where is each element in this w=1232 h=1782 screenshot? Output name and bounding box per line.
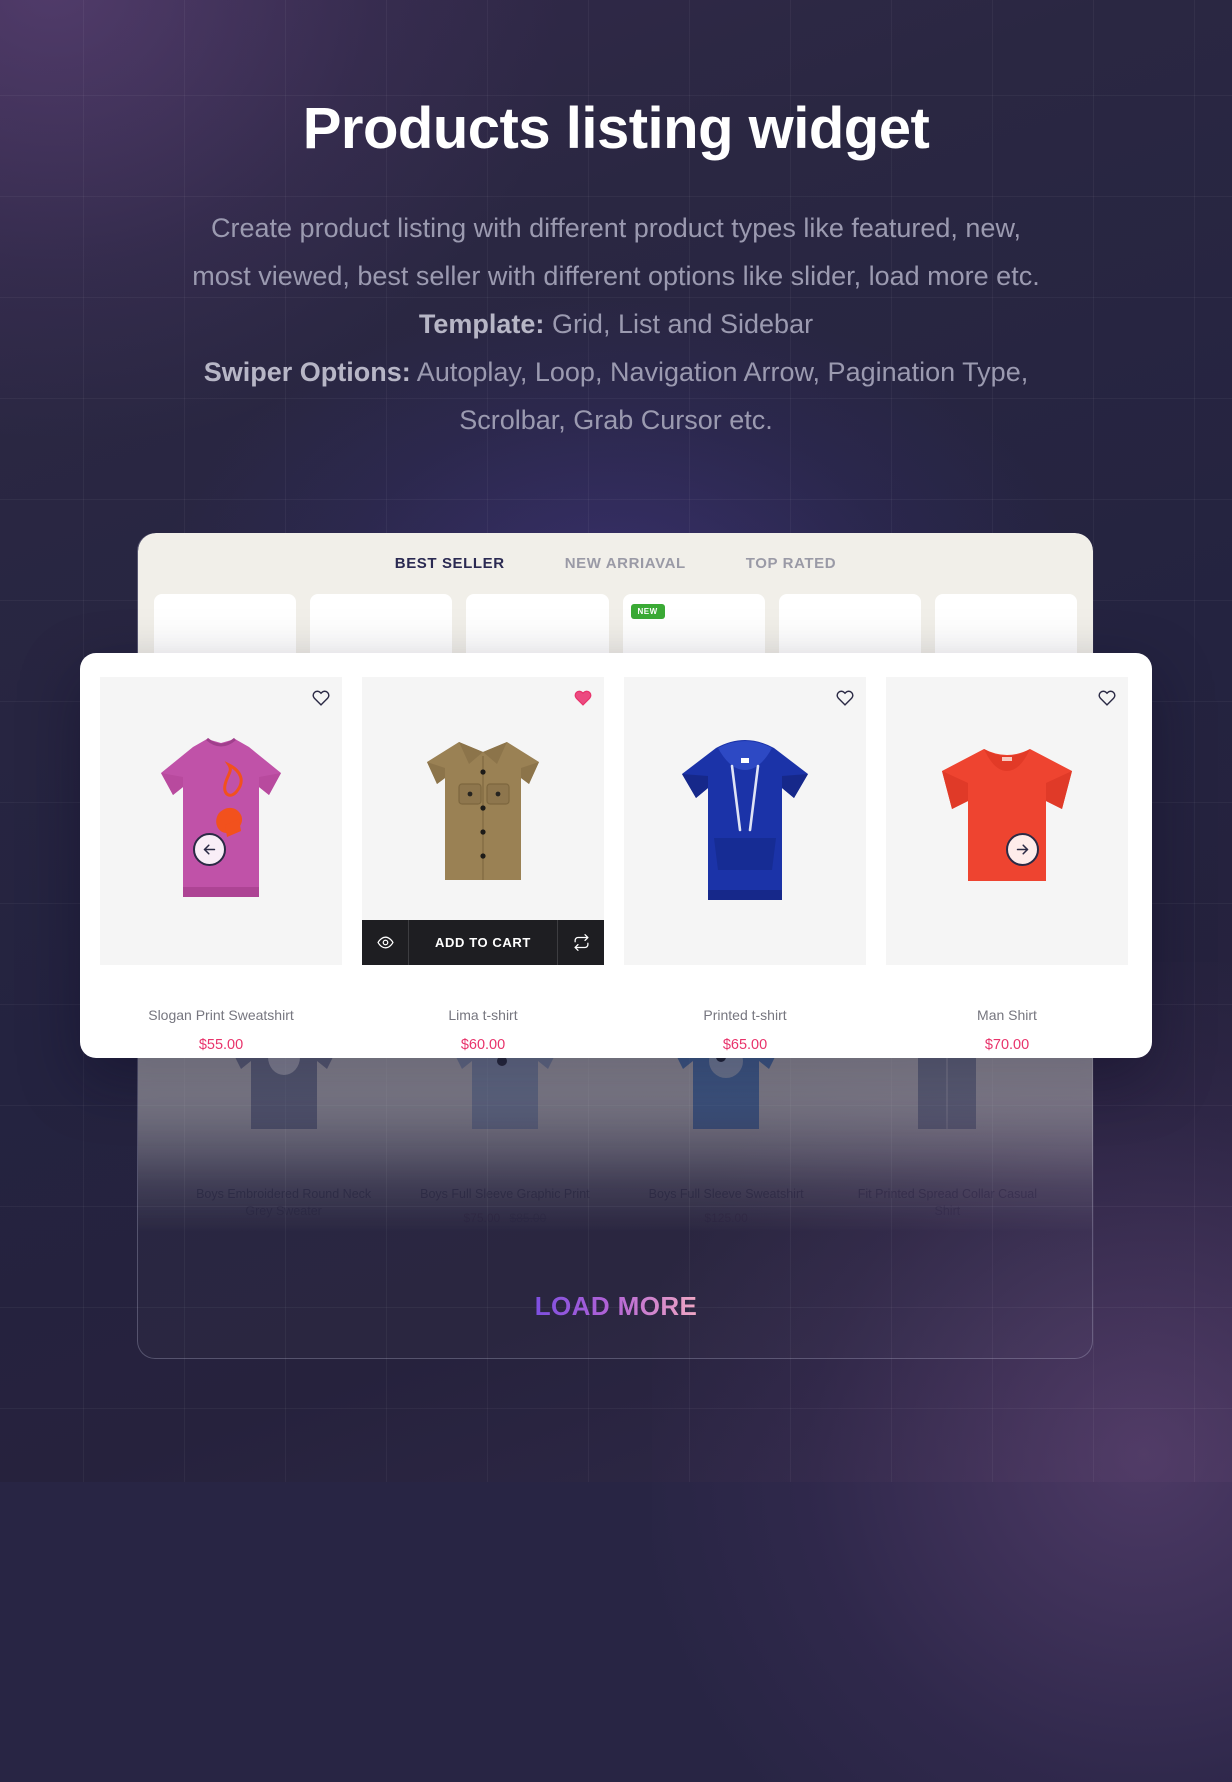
product-price: $70.00 [984,1037,1030,1053]
heart-icon[interactable] [1098,689,1116,707]
grid-product-name: Boys Full Sleeve Graphic Print [420,1187,590,1201]
hoodie-product-image [682,740,808,900]
tab-new-arriaval[interactable]: NEW ARRIAVAL [561,547,690,580]
product-price: $65.00 [722,1037,768,1053]
page-title: Products listing widget [302,96,930,161]
compare-icon [573,934,589,951]
product-slide: Slogan Print Sweatshirt $55.00 [100,677,342,1053]
grid-product-price: $65.00 [850,1228,1045,1233]
price-current: $90.00 [239,1228,276,1233]
header: Products listing widget Create product l… [0,96,1232,444]
overshirt-product-image [427,742,539,880]
swiper-value: Autoplay, Loop, Navigation Arrow, Pagina… [410,357,1029,387]
product-slide: ADD TO CART Lima t-shirt $60.00 [362,677,604,1053]
heart-icon[interactable] [836,689,854,707]
tshirt-product-image [942,749,1072,881]
product-image-container[interactable] [886,677,1128,965]
product-price: $55.00 [198,1037,244,1053]
swiper-line-2: Scrolbar, Grab Cursor etc. [459,405,773,435]
template-line: Template: Grid, List and Sidebar [86,300,1146,348]
slider-track: Slogan Print Sweatshirt $55.00 ADD TO CA… [100,677,1132,1053]
grid-product-price: $125.00 [629,1211,824,1225]
template-value: Grid, List and Sidebar [544,309,814,339]
price-old: $85.00 [509,1211,547,1225]
price-current: $125.00 [704,1211,748,1225]
product-name: Slogan Print Sweatshirt [148,1007,294,1023]
tab-top-rated[interactable]: TOP RATED [742,547,840,580]
product-price: $60.00 [460,1037,506,1053]
description-line-1: Create product listing with different pr… [211,213,1021,243]
grid-product-name: Fit Printed Spread Collar Casual Shirt [857,1187,1037,1218]
load-more-container: LOAD MORE [0,1291,1232,1322]
product-image-container[interactable] [624,677,866,965]
heart-icon[interactable] [574,689,592,707]
heart-icon[interactable] [312,689,330,707]
product-image-container[interactable] [100,677,342,965]
swiper-label: Swiper Options: [203,357,411,387]
page-description: Create product listing with different pr… [86,204,1146,444]
product-slider-overlay: Slogan Print Sweatshirt $55.00 ADD TO CA… [80,653,1152,1058]
product-name: Lima t-shirt [448,1007,518,1023]
arrow-left-icon [203,844,216,855]
tab-best-seller[interactable]: BEST SELLER [391,547,509,580]
product-name: Man Shirt [977,1007,1037,1023]
grid-product-name: Boys Full Sleeve Sweatshirt [648,1187,804,1201]
quick-view-button[interactable] [362,920,408,965]
compare-button[interactable] [558,920,604,965]
sweatshirt-product-image [161,737,281,897]
swiper-line: Swiper Options: Autoplay, Loop, Navigati… [86,348,1146,396]
product-image-container[interactable]: ADD TO CART [362,677,604,965]
product-hover-action-bar: ADD TO CART [362,920,604,965]
badge-new: NEW [630,604,665,619]
add-to-cart-button[interactable]: ADD TO CART [408,920,558,965]
product-slide: Printed t-shirt $65.00 [624,677,866,1053]
eye-icon [376,936,394,949]
template-label: Template: [418,309,545,339]
product-slide: Man Shirt $70.00 [886,677,1128,1053]
grid-product-name: Boys Embroidered Round Neck Grey Sweater [196,1187,372,1218]
price-old: $120.00 [285,1228,328,1233]
slider-prev-button[interactable] [193,833,226,866]
price-current: $75.00 [463,1211,501,1225]
price-current: $65.00 [929,1228,966,1233]
arrow-right-icon [1016,844,1029,855]
product-tabs: BEST SELLER NEW ARRIAVAL TOP RATED [138,533,1093,580]
slider-next-button[interactable] [1006,833,1039,866]
grid-product-price: $90.00 $120.00 [186,1228,381,1233]
load-more-button[interactable]: LOAD MORE [535,1291,697,1322]
description-line-2: most viewed, best seller with different … [192,261,1040,291]
product-name: Printed t-shirt [703,1007,787,1023]
grid-product-price: $75.00 $85.00 [407,1211,602,1225]
